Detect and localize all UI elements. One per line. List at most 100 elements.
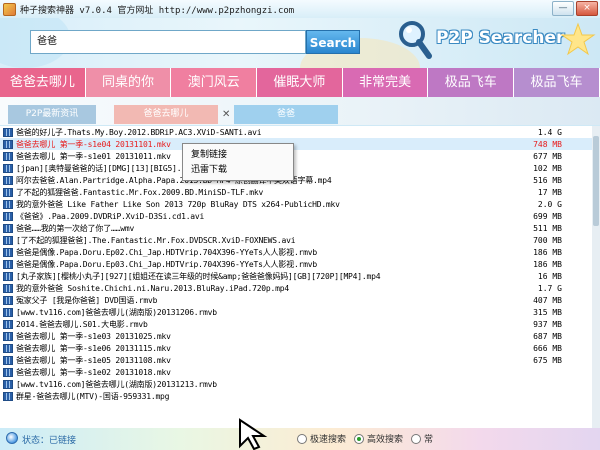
file-name: 《爸爸》.Paa.2009.DVDRiP.XviD-D3Si.cd1.avi bbox=[16, 211, 205, 221]
vertical-scrollbar[interactable] bbox=[592, 126, 600, 428]
file-type-icon bbox=[3, 307, 13, 317]
file-type-icon bbox=[3, 379, 13, 389]
hot-tag-button[interactable]: 催眠大师 bbox=[257, 68, 343, 97]
file-size: 1.4 G bbox=[537, 127, 562, 137]
minimize-button[interactable]: — bbox=[552, 1, 574, 16]
tab-search-active[interactable]: 爸爸 bbox=[234, 105, 338, 124]
scroll-thumb[interactable] bbox=[593, 136, 599, 226]
file-size: 16 MB bbox=[537, 271, 562, 281]
file-name: 冤家父子 [我是你爸爸] DVD国语.rmvb bbox=[16, 295, 158, 305]
file-type-icon bbox=[3, 391, 13, 401]
file-row[interactable]: 冤家父子 [我是你爸爸] DVD国语.rmvb 407 MB bbox=[0, 294, 592, 306]
file-row[interactable]: 群星-爸爸去哪儿(MTV)-国语-959331.mpg bbox=[0, 390, 592, 402]
radio-dot[interactable] bbox=[411, 433, 422, 444]
file-size: 677 MB bbox=[533, 151, 562, 161]
file-name: 爸爸的好儿子.Thats.My.Boy.2012.BDRiP.AC3.XViD-… bbox=[16, 127, 262, 137]
file-type-icon bbox=[3, 271, 13, 281]
file-size: 511 MB bbox=[533, 223, 562, 233]
file-size: 315 MB bbox=[533, 307, 562, 317]
file-name: 爸爸去哪儿 第一季-s1e05 20131108.mkv bbox=[16, 355, 171, 365]
file-name: 爸爸去哪儿 第一季-s1e02 20131018.mkv bbox=[16, 367, 171, 377]
file-type-icon bbox=[3, 175, 13, 185]
file-row[interactable]: [jpan][奥特曼爸爸的话][DMG][13][BIG5].rmvb 102 M… bbox=[0, 162, 592, 174]
file-row[interactable]: 爸爸去哪儿 第一季-s1e04 20131101.mkv 748 MB bbox=[0, 138, 592, 150]
search-input[interactable]: 爸爸 bbox=[30, 30, 306, 54]
file-type-icon bbox=[3, 187, 13, 197]
radio-fast-search[interactable]: 极速搜索 bbox=[297, 432, 346, 445]
file-row[interactable]: 《爸爸》.Paa.2009.DVDRiP.XviD-D3Si.cd1.avi 69… bbox=[0, 210, 592, 222]
close-tab-icon[interactable]: ✕ bbox=[222, 105, 230, 124]
search-mode-group: 极速搜索 高效搜索 常 bbox=[297, 432, 433, 445]
window-title: 种子搜索神器 v7.0.4 官方网址 http://www.p2pzhongzi… bbox=[20, 5, 295, 16]
window-controls: — × bbox=[552, 1, 598, 16]
title-bar: 种子搜索神器 v7.0.4 官方网址 http://www.p2pzhongzi… bbox=[0, 0, 600, 18]
search-header: 爸爸 Search P2P Searcher bbox=[0, 18, 600, 68]
hot-tag-button[interactable]: 非常完美 bbox=[342, 68, 429, 97]
file-type-icon bbox=[3, 127, 13, 137]
file-row[interactable]: 爸爸去哪儿 第一季-s1e03 20131025.mkv 687 MB bbox=[0, 330, 592, 342]
file-size: 2.0 G bbox=[537, 199, 562, 209]
file-row[interactable]: [www.tv116.com]爸爸去哪儿(湖南版)20131206.rmvb 31… bbox=[0, 306, 592, 318]
radio-dot[interactable] bbox=[354, 433, 365, 444]
close-button[interactable]: × bbox=[576, 1, 598, 16]
file-row[interactable]: 爸爸……我的第一次给了你了……wmv 511 MB bbox=[0, 222, 592, 234]
file-size: 516 MB bbox=[533, 175, 562, 185]
file-row[interactable]: 我的意外爸爸 Soshite.Chichi.ni.Naru.2013.BluRa… bbox=[0, 282, 592, 294]
file-type-icon bbox=[3, 211, 13, 221]
file-name: [www.tv116.com]爸爸去哪儿(湖南版)20131213.rmvb bbox=[16, 379, 217, 389]
file-size: 748 MB bbox=[533, 139, 562, 149]
radio-efficient-search[interactable]: 高效搜索 bbox=[354, 432, 403, 445]
hot-tag-button[interactable]: 爸爸去哪儿 bbox=[0, 68, 86, 97]
file-row[interactable]: 爸爸去哪儿 第一季-s1e01 20131011.mkv 677 MB bbox=[0, 150, 592, 162]
hot-tag-button[interactable]: 澳门风云 bbox=[171, 68, 258, 97]
tab-news[interactable]: P2P最新资讯 bbox=[8, 105, 96, 124]
file-type-icon bbox=[3, 247, 13, 257]
hot-tag-button[interactable]: 同桌的你 bbox=[85, 68, 172, 97]
file-name: 我的意外爸爸 Like Father Like Son 2013 720p Bl… bbox=[16, 199, 340, 209]
file-row[interactable]: 爸爸的好儿子.Thats.My.Boy.2012.BDRiP.AC3.XViD-… bbox=[0, 126, 592, 138]
tab-bar: P2P最新资讯 爸爸去哪儿 ✕ 爸爸 bbox=[0, 97, 600, 125]
file-row[interactable]: 了不起的狐狸爸爸.Fantastic.Mr.Fox.2009.BD.MiniSD… bbox=[0, 186, 592, 198]
file-row[interactable]: [www.tv116.com]爸爸去哪儿(湖南版)20131213.rmvb bbox=[0, 378, 592, 390]
file-name: 我的意外爸爸 Soshite.Chichi.ni.Naru.2013.BluRa… bbox=[16, 283, 290, 293]
file-name: 爸爸……我的第一次给了你了……wmv bbox=[16, 223, 135, 233]
radio-dot[interactable] bbox=[297, 433, 307, 444]
radio-label: 高效搜索 bbox=[367, 435, 404, 445]
file-row[interactable]: 2014.爸爸去哪儿.S01.大电影.rmvb 937 MB bbox=[0, 318, 592, 330]
file-row[interactable]: [丸子家族][樱桃小丸子][927][姐姐还在读三年级的时候&amp;爸爸爸像妈… bbox=[0, 270, 592, 282]
file-type-icon bbox=[3, 139, 13, 149]
file-size: 937 MB bbox=[533, 319, 562, 329]
file-type-icon bbox=[3, 319, 13, 329]
file-size: 700 MB bbox=[533, 235, 562, 245]
file-type-icon bbox=[3, 283, 13, 293]
hot-tag-button[interactable]: 极品飞车 bbox=[514, 68, 600, 97]
thunder-download-menu-item[interactable]: 迅雷下载 bbox=[183, 163, 293, 178]
file-size: 407 MB bbox=[533, 295, 562, 305]
app-icon bbox=[3, 2, 16, 16]
file-row[interactable]: 阿尔去爸爸.Alan.Partridge.Alpha.Papa.2013.BD-… bbox=[0, 174, 592, 186]
file-size: 17 MB bbox=[537, 187, 562, 197]
file-row[interactable]: 爸爸去哪儿 第一季-s1e06 20131115.mkv 666 MB bbox=[0, 342, 592, 354]
search-button[interactable]: Search bbox=[306, 30, 360, 54]
file-name: 爸爸去哪儿 第一季-s1e06 20131115.mkv bbox=[16, 343, 171, 353]
file-name: [了不起的狐狸爸爸].The.Fantastic.Mr.Fox.DVDSCR.X… bbox=[16, 235, 296, 245]
radio-normal-search[interactable]: 常 bbox=[411, 432, 433, 445]
file-name: 群星-爸爸去哪儿(MTV)-国语-959331.mpg bbox=[16, 391, 170, 401]
file-size: 186 MB bbox=[533, 259, 562, 269]
file-row[interactable]: [了不起的狐狸爸爸].The.Fantastic.Mr.Fox.DVDSCR.X… bbox=[0, 234, 592, 246]
file-size: 699 MB bbox=[533, 211, 562, 221]
file-row[interactable]: 爸爸去哪儿 第一季-s1e05 20131108.mkv 675 MB bbox=[0, 354, 592, 366]
tab-search-1[interactable]: 爸爸去哪儿 bbox=[114, 105, 218, 124]
file-type-icon bbox=[3, 199, 13, 209]
file-size: 675 MB bbox=[533, 355, 562, 365]
file-list: 爸爸的好儿子.Thats.My.Boy.2012.BDRiP.AC3.XViD-… bbox=[0, 126, 592, 428]
hot-tag-button[interactable]: 极品飞车 bbox=[428, 68, 515, 97]
file-name: [www.tv116.com]爸爸去哪儿(湖南版)20131206.rmvb bbox=[16, 307, 217, 317]
file-row[interactable]: 爸爸去哪儿 第一季-s1e02 20131018.mkv bbox=[0, 366, 592, 378]
star-icon bbox=[560, 22, 596, 56]
file-row[interactable]: 我的意外爸爸 Like Father Like Son 2013 720p Bl… bbox=[0, 198, 592, 210]
mouse-cursor-icon bbox=[239, 418, 268, 450]
file-row[interactable]: 爸爸是偶像.Papa.Doru.Ep02.Chi_Jap.HDTVrip.704… bbox=[0, 246, 592, 258]
file-row[interactable]: 爸爸是偶像.Papa.Doru.Ep03.Chi_Jap.HDTVrip.704… bbox=[0, 258, 592, 270]
copy-link-menu-item[interactable]: 复制链接 bbox=[183, 148, 293, 163]
